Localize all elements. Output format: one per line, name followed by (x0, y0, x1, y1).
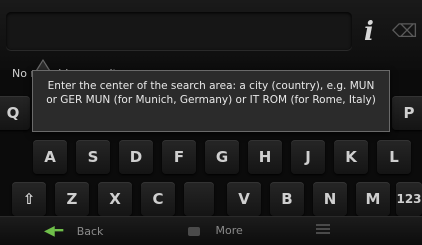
more-label: More (215, 224, 243, 237)
key-k[interactable]: K (334, 140, 368, 174)
key-c[interactable]: C (141, 182, 175, 216)
key-p[interactable]: P (392, 96, 422, 130)
key-b[interactable]: B (270, 182, 304, 216)
key-n[interactable]: N (313, 182, 347, 216)
key-g[interactable]: G (205, 140, 239, 174)
key-q[interactable]: Q (0, 96, 30, 130)
backspace-icon[interactable]: ⌫ (392, 20, 422, 44)
numeric-key[interactable]: 123 (396, 182, 422, 216)
list-icon[interactable] (316, 224, 330, 236)
key-d[interactable]: D (119, 140, 153, 174)
search-header: i ⌫ (0, 0, 422, 70)
key-l[interactable]: L (377, 140, 411, 174)
key-m[interactable]: M (356, 182, 390, 216)
key-a[interactable]: A (33, 140, 67, 174)
bottom-bar: ◀━ Back More (0, 216, 422, 245)
key-v[interactable]: V (227, 182, 261, 216)
more-icon (188, 226, 200, 236)
more-button[interactable]: More (188, 221, 243, 241)
info-button[interactable]: i (355, 14, 383, 50)
space-key[interactable] (184, 182, 214, 216)
back-button[interactable]: ◀━ Back (44, 221, 103, 241)
search-input[interactable] (6, 12, 352, 50)
back-arrow-icon: ◀━ (44, 223, 64, 239)
shift-key[interactable]: ⇧ (12, 182, 46, 216)
key-f[interactable]: F (162, 140, 196, 174)
help-tooltip: Enter the center of the search area: a c… (32, 70, 390, 132)
key-j[interactable]: J (291, 140, 325, 174)
key-x[interactable]: X (98, 182, 132, 216)
tooltip-text: Enter the center of the search area: a c… (46, 80, 376, 106)
key-s[interactable]: S (76, 140, 110, 174)
key-h[interactable]: H (248, 140, 282, 174)
back-label: Back (76, 225, 104, 238)
key-z[interactable]: Z (55, 182, 89, 216)
